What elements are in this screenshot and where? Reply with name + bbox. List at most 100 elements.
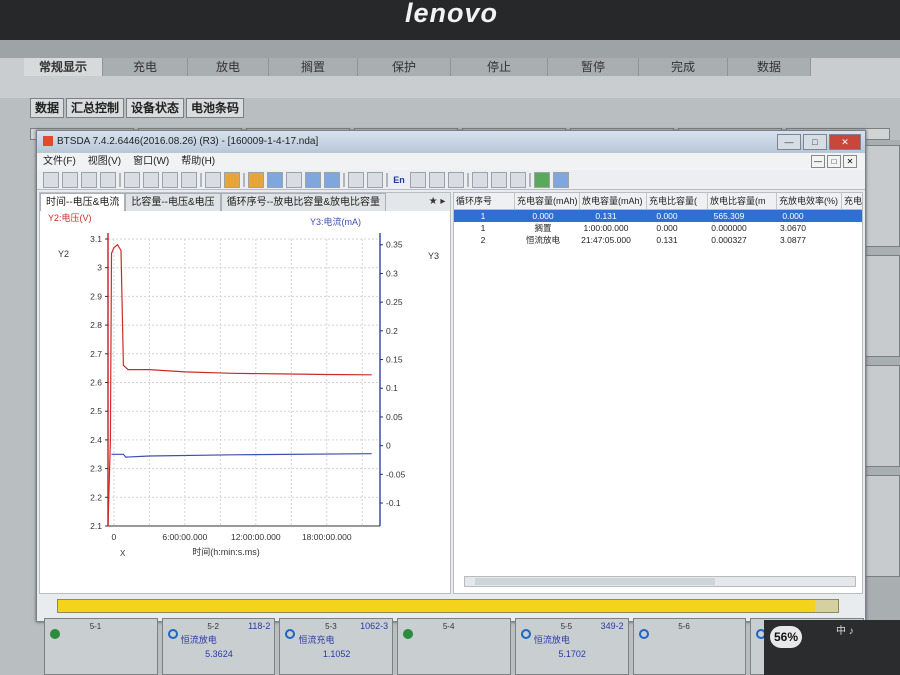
tab-scroll-arrows[interactable]: ★ ▸ ✕ [424,193,450,224]
channel-cell-5-5[interactable]: 5-5 恒流放电 349-2 5.1702 [514,618,629,675]
zoom-in-icon[interactable] [81,171,97,188]
y3-tick-label: 0.05 [386,412,403,422]
table-header: 循环序号 充电容量(mAh) 放电容量(mAh) 充电比容量(放电比容量(m 充放电效率… [454,193,862,210]
app-icon [43,136,53,147]
channel-cell[interactable] [862,475,900,577]
mdi-close-button[interactable]: ✕ [843,155,857,168]
export-icon[interactable] [305,171,321,188]
excel-icon[interactable] [534,171,550,188]
channel-cell-5-3[interactable]: 5-3 恒流充电 1062-3 1.1052 [279,618,394,675]
print-icon[interactable] [286,171,302,188]
filter-icon[interactable] [224,171,240,188]
mdi-minimize-button[interactable]: — [811,155,825,168]
y3-tick-label: 0.1 [386,383,398,393]
close-button[interactable]: ✕ [829,134,861,150]
menu-item-0[interactable]: 文件(F) [37,153,82,170]
pointer-icon[interactable] [62,171,78,188]
layout-c-icon[interactable] [510,171,526,188]
subtab-1[interactable]: 汇总控制 [66,98,125,118]
menu-item-3[interactable]: 帮助(H) [175,153,221,170]
window-title: BTSDA 7.4.2.6446(2016.08.26) (R3) - [160… [57,136,319,147]
line-tool-icon[interactable] [205,171,221,188]
menu-item-1[interactable]: 视图(V) [82,153,127,170]
table-row[interactable]: 2 恒流放电 21:47:05.000 0.131 0.000327 3.0877 [454,234,862,246]
hand-icon[interactable] [43,171,59,188]
channel-value: 5.1702 [558,649,586,659]
btsda-window: BTSDA 7.4.2.6446(2016.08.26) (R3) - [160… [36,130,866,622]
tab-8[interactable]: 数据 [728,58,811,76]
channel-cell-5-6[interactable]: 5-6 [632,618,747,675]
tab-1[interactable]: 充电 [103,58,188,76]
y3-tick-label: 0.3 [386,268,398,278]
table-column-header[interactable]: 放电容量(mAh) [580,193,647,209]
table-column-header[interactable]: 充放电效率(%) [777,193,842,209]
arrow-left-icon[interactable] [429,171,445,188]
subtab-3[interactable]: 电池条码 [186,98,245,118]
tab-0[interactable]: 常规显示 [24,58,103,76]
settings-icon[interactable] [553,171,569,188]
language-button[interactable]: En [391,172,407,187]
tab-7[interactable]: 完成 [639,58,728,76]
table-column-header[interactable]: 放电比容量(m [708,193,777,209]
top-tabbar: 常规显示 充电 放电 搁置 保护 停止 暂停 完成 数据 [24,58,884,76]
channel-cell[interactable] [862,255,900,357]
y2-tick-label: 2.4 [90,435,102,445]
table-column-header[interactable]: 充电能 [842,193,862,209]
tab-2[interactable]: 放电 [188,58,269,76]
y2-tick-label: 2.5 [90,406,102,416]
tab-5[interactable]: 停止 [451,58,548,76]
layout-a-icon[interactable] [472,171,488,188]
channel-cell-5-2[interactable]: 5-2 恒流放电 118-2 5.3624 [161,618,276,675]
tab-6[interactable]: 暂停 [548,58,639,76]
channel-cell[interactable] [862,365,900,467]
subtab-0[interactable]: 数据 [30,98,65,118]
minimize-button[interactable]: — [777,134,801,150]
undo-icon[interactable] [162,171,178,188]
scrollbar-thumb[interactable] [475,578,715,585]
tab-time-voltage-current[interactable]: 时间--电压&电流 [40,193,126,211]
copy-icon[interactable] [143,171,159,188]
menu-item-2[interactable]: 窗口(W) [127,153,175,170]
channel-cell[interactable] [862,145,900,247]
arrow-right-icon[interactable] [448,171,464,188]
table-column-header[interactable]: 充电容量(mAh) [515,193,580,209]
grid-icon[interactable] [124,171,140,188]
tab-4[interactable]: 保护 [358,58,451,76]
tab-3[interactable]: 搁置 [269,58,358,76]
help-icon[interactable] [324,171,340,188]
channel-status: 恒流充电 [298,635,335,645]
tab-cycle-capacity[interactable]: 循环序号--放电比容量&放电比容量 [220,193,387,212]
channel-cell-5-1[interactable]: 5-1 [44,618,158,675]
input-method-indicator[interactable]: 中 ♪ [836,622,854,637]
window-title-bar[interactable]: BTSDA 7.4.2.6446(2016.08.26) (R3) - [160… [37,131,865,153]
table-cell: 1 [480,211,486,221]
previous-icon[interactable] [348,171,364,188]
channel-id: 5-5 [560,622,573,631]
table-row[interactable]: 1 0.000 0.131 0.000 565.309 0.000 [454,210,862,222]
next-icon[interactable] [367,171,383,188]
y2-axis-label: Y2 [58,249,69,259]
zoom-out-icon[interactable] [100,171,116,188]
maximize-button[interactable]: □ [803,134,827,150]
battery-badge[interactable]: 56% [770,626,802,648]
table-cell [824,234,862,246]
table-column-header[interactable]: 充电比容量( [647,193,708,209]
pin-icon[interactable] [410,171,426,188]
subtab-2[interactable]: 设备状态 [126,98,185,118]
table-cell: 恒流放电 [525,235,560,245]
x-tick-label: 12:00:00.000 [231,532,281,542]
redo-icon[interactable] [181,171,197,188]
table-column-header[interactable]: 循环序号 [454,193,515,209]
y3-tick-label: -0.05 [386,469,406,479]
save-icon[interactable] [267,171,283,188]
horizontal-scrollbar[interactable] [464,576,856,587]
table-row[interactable]: 1 搁置 1:00:00.000 0.000 0.000000 3.0670 [454,222,862,234]
layout-b-icon[interactable] [491,171,507,188]
mdi-restore-button[interactable]: □ [827,155,841,168]
open-folder-icon[interactable] [248,171,264,188]
y2-tick-label: 2.8 [90,320,102,330]
channel-cell-5-4[interactable]: 5-4 [397,618,511,675]
table-cell: 21:47:05.000 [581,235,631,245]
channel-status: 恒流放电 [180,635,217,645]
tab-capacity-voltage[interactable]: 比容量--电压&电压 [125,193,221,212]
